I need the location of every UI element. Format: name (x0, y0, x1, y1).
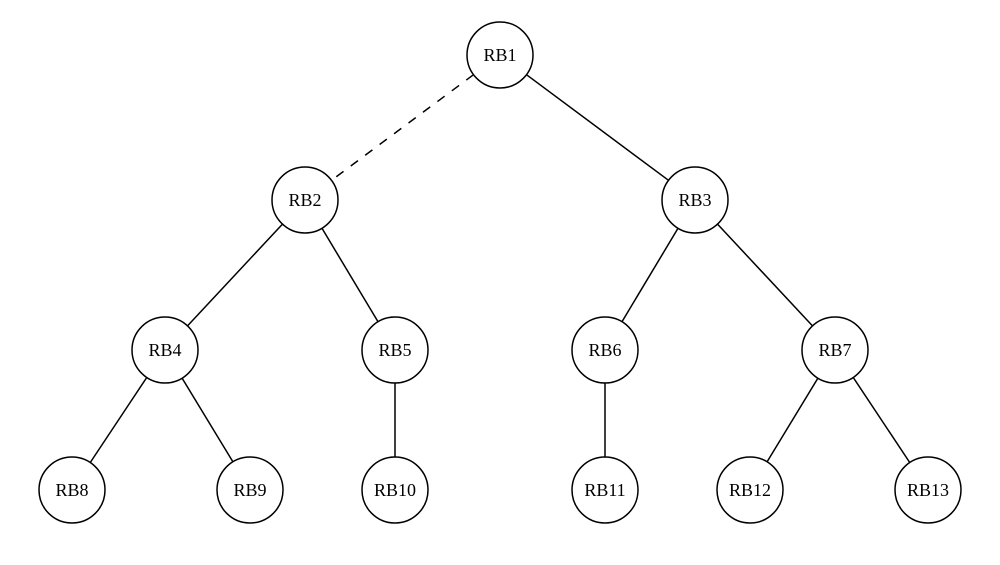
nodes-layer: RB1 RB2 RB3 RB4 RB5 RB6 RB7 RB8 RB9 RB10 RB11 RB12 R… (39, 22, 961, 523)
tree-node: RB6 (572, 317, 638, 383)
node-label: RB11 (584, 480, 625, 500)
edges-layer (90, 75, 909, 463)
tree-node: RB7 (802, 317, 868, 383)
node-label: RB12 (729, 480, 771, 500)
tree-edge (331, 75, 473, 181)
tree-edge (322, 228, 378, 321)
node-label: RB9 (233, 480, 266, 500)
node-label: RB3 (678, 190, 711, 210)
tree-edge (182, 378, 233, 462)
tree-edge (526, 75, 668, 181)
node-label: RB6 (588, 340, 621, 360)
node-label: RB5 (378, 340, 411, 360)
tree-edge (718, 224, 813, 326)
tree-node: RB13 (895, 457, 961, 523)
tree-edge (188, 224, 283, 326)
node-label: RB2 (288, 190, 321, 210)
tree-edge (90, 377, 146, 462)
node-label: RB7 (818, 340, 851, 360)
tree-node: RB10 (362, 457, 428, 523)
tree-node: RB9 (217, 457, 283, 523)
tree-node: RB8 (39, 457, 105, 523)
node-label: RB8 (55, 480, 88, 500)
tree-node: RB4 (132, 317, 198, 383)
tree-edge (767, 378, 818, 462)
tree-edge (853, 377, 909, 462)
tree-diagram: RB1 RB2 RB3 RB4 RB5 RB6 RB7 RB8 RB9 RB10 RB11 RB12 R… (0, 0, 1000, 565)
tree-node: RB5 (362, 317, 428, 383)
node-label: RB4 (148, 340, 181, 360)
tree-edge (622, 228, 678, 321)
tree-node: RB3 (662, 167, 728, 233)
tree-node: RB11 (572, 457, 638, 523)
tree-node: RB12 (717, 457, 783, 523)
node-label: RB13 (907, 480, 949, 500)
tree-node: RB2 (272, 167, 338, 233)
tree-node: RB1 (467, 22, 533, 88)
node-label: RB1 (483, 45, 516, 65)
node-label: RB10 (374, 480, 416, 500)
